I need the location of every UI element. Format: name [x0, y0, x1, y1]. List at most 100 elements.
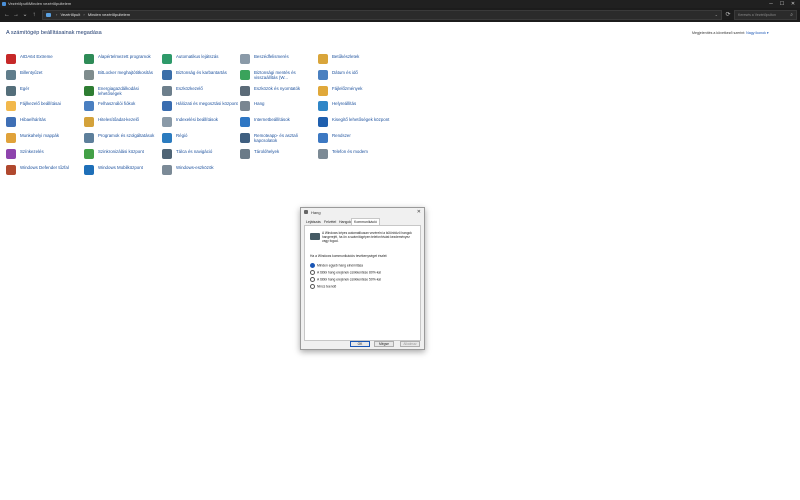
control-panel-item[interactable]: Felhasználói fiókok [84, 101, 160, 115]
control-panel-item-label: Telefon és modem [332, 149, 368, 154]
control-panel-item-label: Eszközkezelő [176, 86, 203, 91]
control-panel-item-label: Helyreállítás [332, 101, 357, 106]
control-panel-item[interactable]: Hibaelhárítás [6, 117, 82, 131]
control-panel-item-label: Beszédfelismerés [254, 54, 289, 59]
remoteapp-icon [240, 133, 250, 143]
radio-do-nothing[interactable]: Nincs teendő [310, 284, 336, 289]
date-time-icon [318, 70, 328, 80]
control-panel-item[interactable]: Indexelési beállítások [162, 117, 238, 131]
control-panel-item-label: Automatikus lejátszás [176, 54, 219, 59]
control-panel-item[interactable]: Automatikus lejátszás [162, 54, 238, 68]
up-button[interactable]: ↑ [30, 10, 38, 20]
default-programs-icon [84, 54, 94, 64]
control-panel-item-label: Alapértelmezett programok [98, 54, 151, 59]
recent-locations-button[interactable]: ⌄ [21, 10, 29, 20]
windows-tools-icon [162, 165, 172, 175]
control-panel-item[interactable]: Rendszer [318, 133, 394, 147]
control-panel-item[interactable]: Telefon és modem [318, 149, 394, 163]
radio-dot [310, 263, 315, 268]
control-panel-item[interactable]: Hitelesítőadat-kezelő [84, 117, 160, 131]
control-panel-item-label: Energiagazdálkodási lehetőségek [98, 86, 139, 96]
cancel-button[interactable]: Mégse [374, 341, 394, 347]
control-panel-item[interactable]: Hang [240, 101, 316, 115]
control-panel-item-label: Felhasználói fiókok [98, 101, 136, 106]
control-panel-item-label: Szinkronizálási központ [98, 149, 144, 154]
radio-reduce-50[interactable]: A többi hang erejének csökkentése 50%-ka… [310, 277, 381, 282]
device-manager-icon [162, 86, 172, 96]
radio-label: A többi hang erejének csökkentése 80%-ka… [317, 270, 381, 275]
internet-options-icon [240, 117, 250, 127]
maximize-button[interactable]: ☐ [777, 0, 787, 8]
control-panel-icon [2, 2, 6, 6]
control-panel-item[interactable]: Hálózati és megosztási központ [162, 101, 238, 115]
control-panel-item[interactable]: Windows-eszközök [162, 165, 238, 179]
control-panel-item[interactable]: Internetbeállítások [240, 117, 316, 131]
control-panel-item[interactable]: Billentyűzet [6, 70, 82, 84]
taskbar-icon [162, 149, 172, 159]
control-panel-item[interactable]: Eszközkezelő [162, 86, 238, 100]
control-panel-item[interactable]: Dátum és idő [318, 70, 394, 84]
view-by-label: Megjelenítés a következő szerint: [692, 31, 746, 35]
file-history-icon [318, 86, 328, 96]
view-by-dropdown[interactable]: Nagy ikonok ▾ [746, 31, 769, 35]
breadcrumb-control-panel[interactable]: Vezérlőpult [60, 12, 80, 17]
control-panel-item[interactable]: Munkahelyi mappák [6, 133, 82, 147]
backup-restore-icon [240, 70, 250, 80]
forward-button[interactable]: → [12, 10, 20, 20]
radio-dot [310, 277, 315, 282]
ok-button[interactable]: OK [350, 341, 370, 347]
control-panel-item-label: Programok és szolgáltatások [98, 133, 155, 138]
control-panel-item-label: Windows Defender tűzfal [20, 165, 69, 170]
control-panel-item[interactable]: Régió [162, 133, 238, 147]
control-panel-item-label: Dátum és idő [332, 70, 358, 75]
radio-dot [310, 284, 315, 289]
apply-button[interactable]: Alkalmaz [400, 341, 420, 347]
control-panel-item-label: Régió [176, 133, 188, 138]
troubleshooting-icon [6, 117, 16, 127]
control-panel-item[interactable]: Eszközök és nyomtatók [240, 86, 316, 100]
control-panel-item[interactable]: Kisegítő lehetőségek központ [318, 117, 394, 131]
tab-communications[interactable]: Kommunikáció [351, 218, 380, 225]
control-panel-item[interactable]: Biztonság és karbantartás [162, 70, 238, 84]
control-panel-item[interactable]: Helyreállítás [318, 101, 394, 115]
control-panel-item[interactable]: Színkezelés [6, 149, 82, 163]
breadcrumb-all-items[interactable]: Minden vezérlőpultelem [88, 12, 130, 17]
control-panel-item[interactable]: Remoteapp- és asztali kapcsolatok [240, 133, 316, 147]
sound-icon [240, 101, 250, 111]
control-panel-item[interactable]: Alapértelmezett programok [84, 54, 160, 68]
close-button[interactable]: ✕ [788, 0, 798, 8]
color-management-icon [6, 149, 16, 159]
control-panel-item[interactable]: Energiagazdálkodási lehetőségek [84, 86, 160, 100]
radio-reduce-80[interactable]: A többi hang erejének csökkentése 80%-ka… [310, 270, 381, 275]
control-panel-item-label: Tárolóhelyek [254, 149, 280, 154]
radio-mute-all[interactable]: Minden egyéb hang elnémítása [310, 263, 363, 268]
control-panel-item[interactable]: Fájlelőzmények [318, 86, 394, 100]
control-panel-item[interactable]: Fájlkezelő beállításai [6, 101, 82, 115]
chevron-down-icon[interactable]: ⌄ [715, 11, 718, 19]
control-panel-item[interactable]: AIDA64 Extreme [6, 54, 82, 68]
control-panel-item[interactable]: Szinkronizálási központ [84, 149, 160, 163]
programs-features-icon [84, 133, 94, 143]
address-bar[interactable]: › Vezérlőpult › Minden vezérlőpultelem ⌄ [42, 10, 722, 20]
control-panel-item[interactable]: Tálca és navigáció [162, 149, 238, 163]
control-panel-item[interactable]: Biztonsági mentés és visszaállítás (W... [240, 70, 316, 84]
minimize-button[interactable]: ─ [766, 0, 776, 8]
search-input[interactable]: Keresés a Vezérlőpulton ⌕ [734, 10, 797, 20]
recovery-icon [318, 101, 328, 111]
control-panel-item-label: Windows Mobilközpont [98, 165, 143, 170]
control-panel-item[interactable]: Betűkészletek [318, 54, 394, 68]
control-panel-item[interactable]: BitLocker meghajtótitkosítás [84, 70, 160, 84]
control-panel-item-label: Színkezelés [20, 149, 44, 154]
sync-center-icon [84, 149, 94, 159]
control-panel-item[interactable]: Windows Defender tűzfal [6, 165, 82, 179]
control-panel-item[interactable]: Tárolóhelyek [240, 149, 316, 163]
back-button[interactable]: ← [3, 10, 11, 20]
control-panel-item[interactable]: Egér [6, 86, 82, 100]
control-panel-item-label: Kisegítő lehetőségek központ [332, 117, 390, 122]
refresh-button[interactable]: ⟳ [724, 10, 732, 20]
control-panel-item[interactable]: Windows Mobilközpont [84, 165, 160, 179]
dialog-close-button[interactable]: ✕ [417, 209, 421, 215]
mobility-center-icon [84, 165, 94, 175]
control-panel-item[interactable]: Beszédfelismerés [240, 54, 316, 68]
control-panel-item[interactable]: Programok és szolgáltatások [84, 133, 160, 147]
